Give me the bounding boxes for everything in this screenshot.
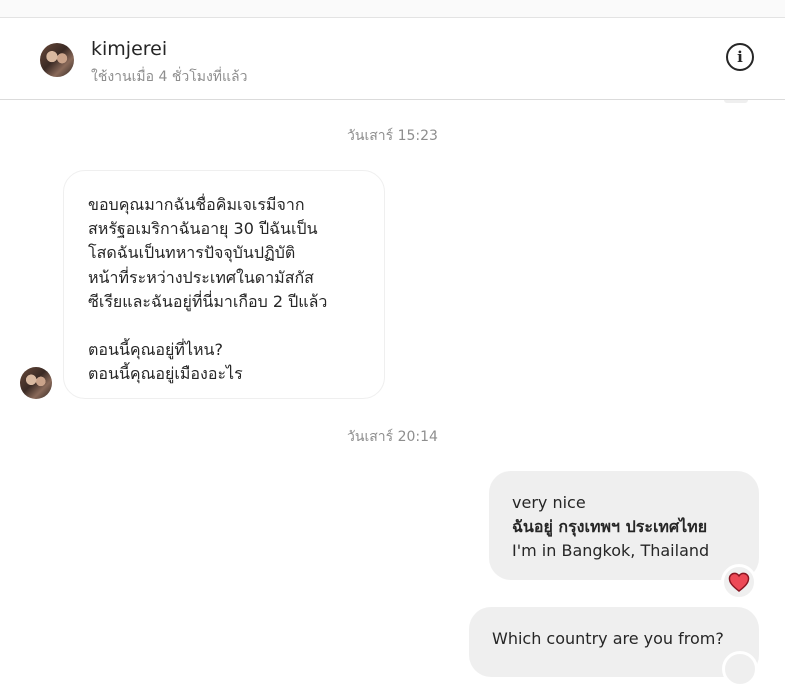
outgoing-message[interactable]: very nice ฉันอยู่ กรุงเทพฯ ประเทศไทย I'm… [489, 471, 759, 580]
message-text: Which country are you from? [492, 629, 724, 648]
message-line: I'm in Bangkok, Thailand [512, 541, 710, 560]
message-line-break [88, 314, 364, 338]
user-avatar[interactable] [40, 43, 74, 77]
message-line: very nice [512, 493, 586, 512]
active-status: ใช้งานเมื่อ 4 ชั่วโมงที่แล้ว [91, 69, 248, 85]
message-line: ซีเรียและฉันอยู่ที่นี่มาเกือบ 2 ปีแล้ว [88, 291, 328, 311]
message-timestamp: วันเสาร์ 20:14 [347, 429, 438, 445]
reaction-badge[interactable] [722, 651, 758, 687]
message-line: สหรัฐอเมริกาฉันอายุ 30 ปีฉันเป็น [88, 219, 318, 239]
sender-avatar[interactable] [20, 367, 52, 399]
previous-message-edge [724, 100, 748, 103]
message-line: หน้าที่ระหว่างประเทศในดามัสกัส [88, 267, 314, 287]
heart-icon [728, 572, 750, 592]
message-timestamp: วันเสาร์ 15:23 [347, 128, 438, 144]
message-line: ตอนนี้คุณอยู่เมืองอะไร [88, 364, 243, 384]
incoming-message[interactable]: ขอบคุณมากฉันชื่อคิมเจเรมีจาก สหรัฐอเมริก… [63, 170, 385, 399]
message-line: ขอบคุณมากฉันชื่อคิมเจเรมีจาก [88, 195, 305, 214]
reaction-badge[interactable] [721, 564, 757, 600]
outgoing-message[interactable]: Which country are you from? [469, 607, 759, 677]
message-line: ตอนนี้คุณอยู่ที่ไหน? [88, 340, 223, 360]
info-icon[interactable]: i [726, 43, 754, 71]
top-strip [0, 0, 785, 18]
message-line: โสดฉันเป็นทหารปัจจุบันปฏิบัติ [88, 243, 296, 263]
message-line: ฉันอยู่ กรุงเทพฯ ประเทศไทย [512, 517, 708, 536]
username[interactable]: kimjerei [91, 38, 167, 60]
chat-header: kimjerei ใช้งานเมื่อ 4 ชั่วโมงที่แล้ว i [0, 18, 785, 100]
